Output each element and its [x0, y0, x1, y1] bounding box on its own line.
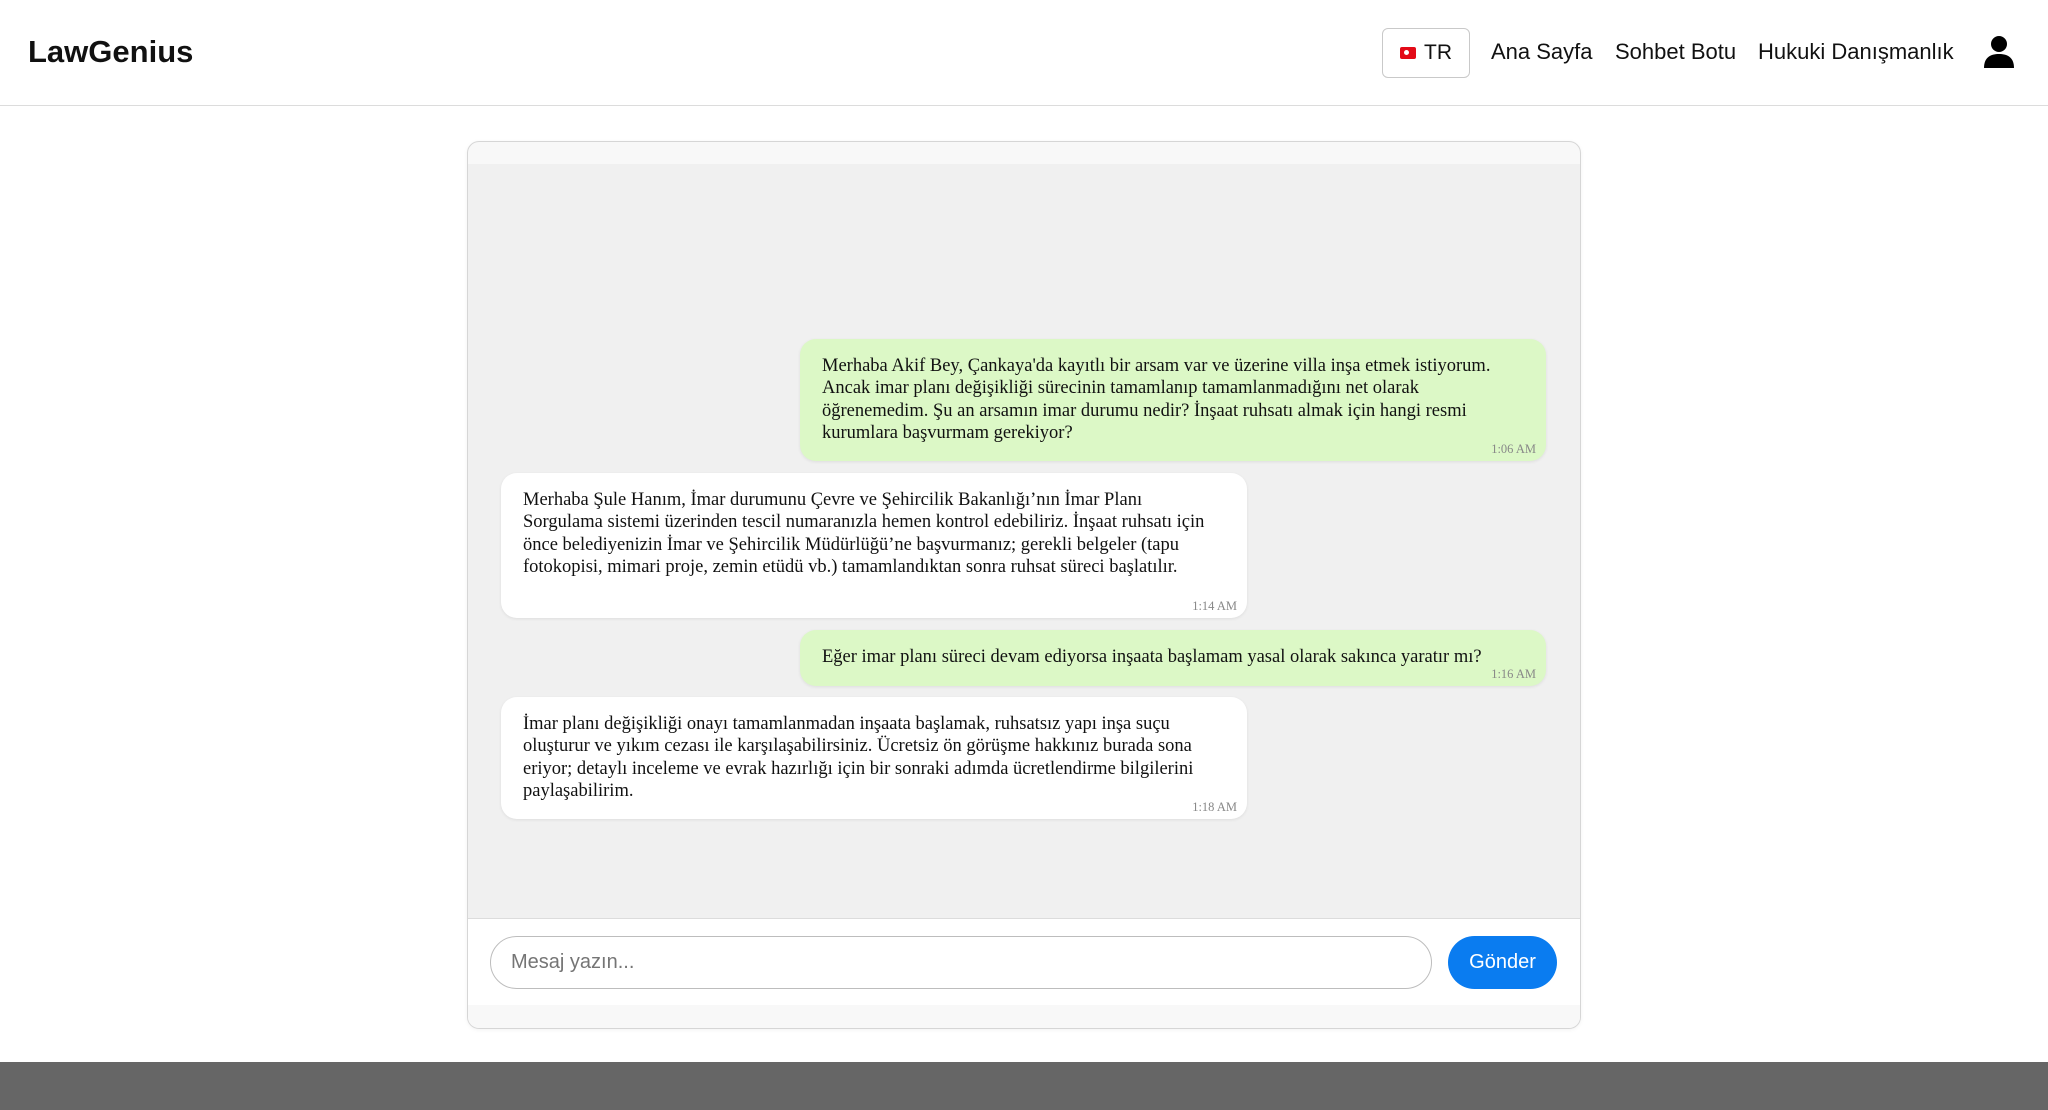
- language-switcher[interactable]: TR: [1382, 28, 1470, 78]
- message-input[interactable]: [490, 936, 1432, 989]
- send-button[interactable]: Gönder: [1448, 936, 1557, 989]
- message-timestamp: 1:14 AM: [1192, 599, 1237, 613]
- message-timestamp: 1:16 AM: [1491, 667, 1536, 681]
- language-label: TR: [1424, 41, 1452, 64]
- message-text: Eğer imar planı süreci devam ediyorsa in…: [822, 647, 1482, 667]
- user-profile-icon[interactable]: [1983, 35, 2015, 69]
- user-message: Merhaba Akif Bey, Çankaya'da kayıtlı bir…: [800, 339, 1546, 461]
- top-navbar: LawGenius TR Ana Sayfa Sohbet Botu Hukuk…: [0, 0, 2048, 106]
- user-message: Eğer imar planı süreci devam ediyorsa in…: [800, 630, 1546, 686]
- chat-window: Merhaba Akif Bey, Çankaya'da kayıtlı bir…: [467, 141, 1581, 1029]
- composer-inner: Gönder: [468, 919, 1580, 1005]
- nav-link-legal-advice[interactable]: Hukuki Danışmanlık: [1758, 39, 1954, 65]
- message-text: Merhaba Şule Hanım, İmar durumunu Çevre …: [523, 490, 1205, 578]
- message-text: İmar planı değişikliği onayı tamamlanmad…: [523, 714, 1194, 802]
- nav-link-chatbot[interactable]: Sohbet Botu: [1615, 39, 1736, 65]
- turkey-flag-icon: [1400, 47, 1416, 59]
- message-list[interactable]: Merhaba Akif Bey, Çankaya'da kayıtlı bir…: [468, 164, 1580, 1028]
- message-text: Merhaba Akif Bey, Çankaya'da kayıtlı bir…: [822, 356, 1491, 444]
- message-timestamp: 1:18 AM: [1192, 800, 1237, 814]
- composer-bar: Gönder: [468, 918, 1580, 1028]
- message-timestamp: 1:06 AM: [1491, 442, 1536, 456]
- brand-logo[interactable]: LawGenius: [28, 34, 193, 70]
- bot-message: İmar planı değişikliği onayı tamamlanmad…: [501, 697, 1247, 819]
- bot-message: Merhaba Şule Hanım, İmar durumunu Çevre …: [501, 473, 1247, 618]
- footer: [0, 1062, 2048, 1110]
- nav-link-home[interactable]: Ana Sayfa: [1491, 39, 1593, 65]
